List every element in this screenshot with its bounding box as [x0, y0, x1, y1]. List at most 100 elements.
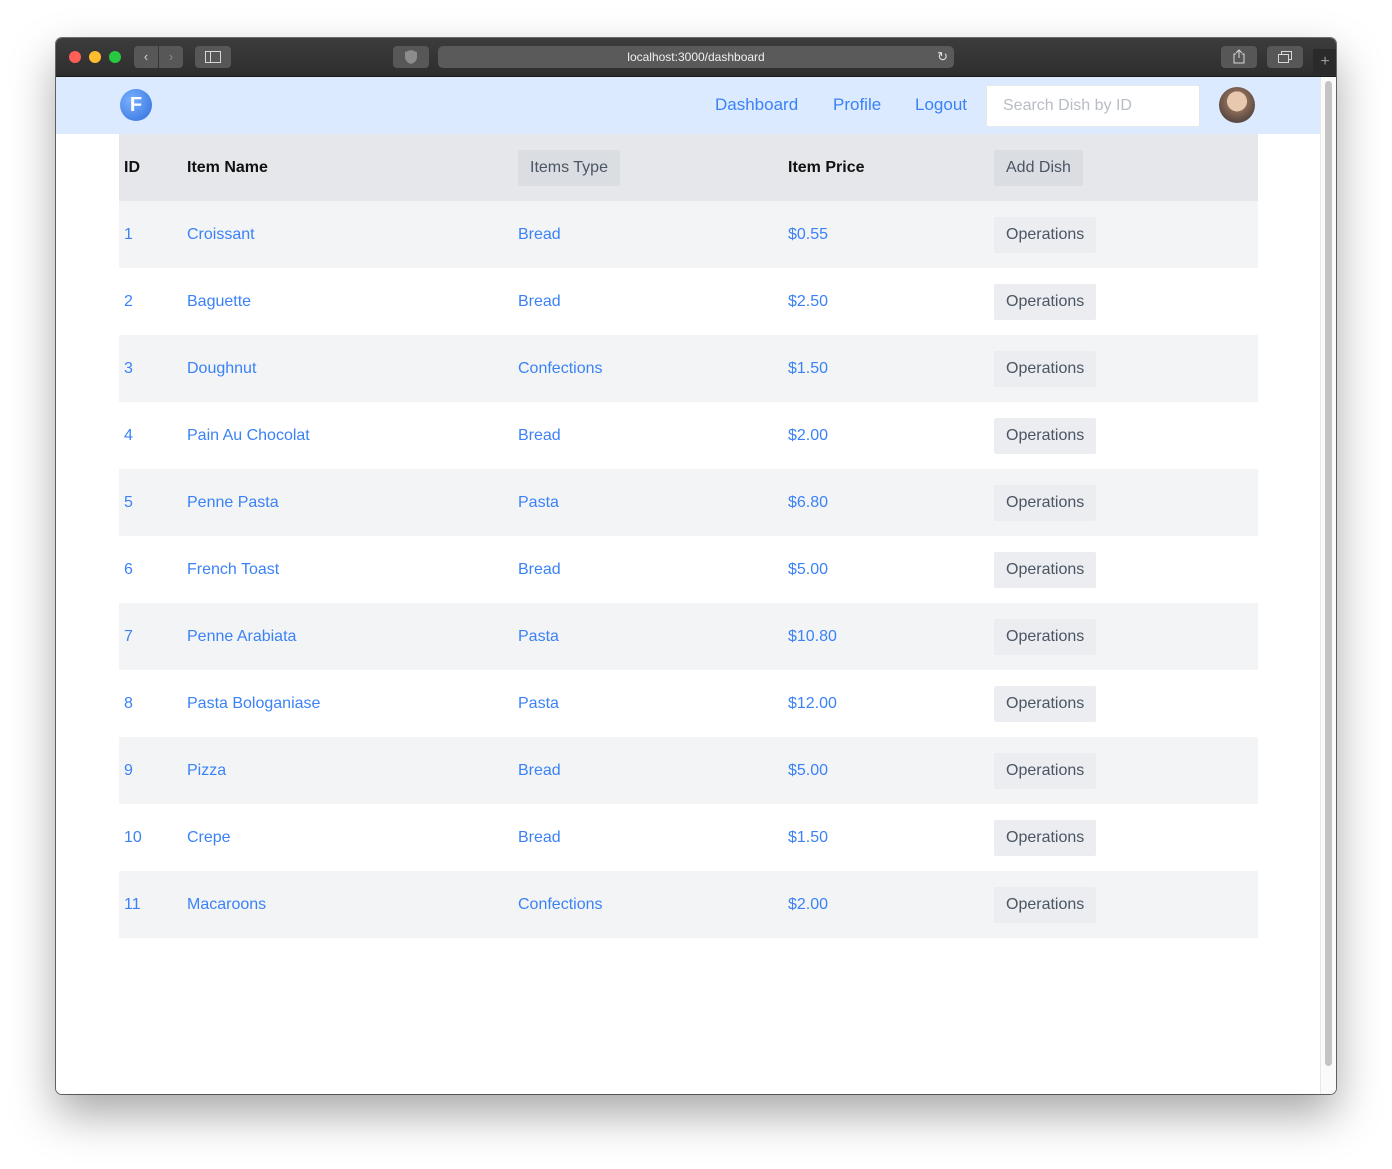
header-item-name: Item Name: [187, 158, 268, 176]
nav-link-logout[interactable]: Logout: [915, 95, 967, 115]
cell-item-name[interactable]: Pain Au Chocolat: [187, 402, 518, 469]
cell-operations: Operations: [994, 268, 1258, 335]
page-viewport: F Dashboard Profile Logout ID Item Name …: [56, 77, 1336, 1094]
items-type-button[interactable]: Items Type: [518, 149, 620, 186]
reload-icon[interactable]: ↻: [937, 46, 948, 68]
table-row: 3 Doughnut Confections $1.50 Operations: [119, 335, 1258, 402]
operations-button[interactable]: Operations: [994, 350, 1097, 387]
minimize-window-button[interactable]: [89, 51, 101, 63]
cell-id[interactable]: 1: [119, 201, 187, 268]
search-input[interactable]: [986, 85, 1200, 127]
cell-item-type[interactable]: Bread: [518, 201, 788, 268]
cell-item-price[interactable]: $12.00: [788, 670, 994, 737]
cell-id[interactable]: 3: [119, 335, 187, 402]
operations-button[interactable]: Operations: [994, 551, 1097, 588]
cell-id[interactable]: 9: [119, 737, 187, 804]
cell-id[interactable]: 6: [119, 536, 187, 603]
cell-item-type[interactable]: Bread: [518, 804, 788, 871]
cell-item-name[interactable]: Croissant: [187, 201, 518, 268]
close-window-button[interactable]: [69, 51, 81, 63]
maximize-window-button[interactable]: [109, 51, 121, 63]
cell-id[interactable]: 8: [119, 670, 187, 737]
header-items-type: Items Type: [518, 134, 788, 201]
cell-item-name[interactable]: Crepe: [187, 804, 518, 871]
dishes-table: ID Item Name Items Type Item Price Add D…: [119, 134, 1258, 938]
table-row: 7 Penne Arabiata Pasta $10.80 Operations: [119, 603, 1258, 670]
operations-button[interactable]: Operations: [994, 216, 1097, 253]
cell-id[interactable]: 10: [119, 804, 187, 871]
cell-item-price[interactable]: $0.55: [788, 201, 994, 268]
forward-button[interactable]: ›: [159, 46, 183, 68]
cell-item-price[interactable]: $1.50: [788, 335, 994, 402]
cell-item-type[interactable]: Confections: [518, 871, 788, 938]
cell-item-name[interactable]: Penne Arabiata: [187, 603, 518, 670]
cell-item-price[interactable]: $10.80: [788, 603, 994, 670]
new-tab-button[interactable]: +: [1313, 49, 1336, 75]
add-dish-button[interactable]: Add Dish: [994, 149, 1083, 186]
cell-item-type[interactable]: Bread: [518, 402, 788, 469]
cell-item-name[interactable]: Penne Pasta: [187, 469, 518, 536]
operations-button[interactable]: Operations: [994, 685, 1097, 722]
operations-button[interactable]: Operations: [994, 484, 1097, 521]
scrollbar-thumb[interactable]: [1325, 81, 1332, 1066]
operations-button[interactable]: Operations: [994, 819, 1097, 856]
cell-item-type[interactable]: Bread: [518, 536, 788, 603]
operations-button[interactable]: Operations: [994, 618, 1097, 655]
show-tabs-button[interactable]: [1267, 46, 1303, 68]
cell-operations: Operations: [994, 670, 1258, 737]
cell-item-type[interactable]: Pasta: [518, 469, 788, 536]
cell-item-price[interactable]: $2.00: [788, 402, 994, 469]
cell-item-price[interactable]: $1.50: [788, 804, 994, 871]
operations-button[interactable]: Operations: [994, 752, 1097, 789]
cell-item-type[interactable]: Pasta: [518, 670, 788, 737]
cell-operations: Operations: [994, 201, 1258, 268]
header-item-price: Item Price: [788, 158, 865, 176]
cell-item-price[interactable]: $5.00: [788, 737, 994, 804]
cell-item-type[interactable]: Confections: [518, 335, 788, 402]
back-button[interactable]: ‹: [134, 46, 158, 68]
table-row: 6 French Toast Bread $5.00 Operations: [119, 536, 1258, 603]
cell-item-name[interactable]: Macaroons: [187, 871, 518, 938]
cell-item-type[interactable]: Pasta: [518, 603, 788, 670]
nav-link-profile[interactable]: Profile: [833, 95, 881, 115]
privacy-report-button[interactable]: [393, 46, 429, 68]
cell-id[interactable]: 11: [119, 871, 187, 938]
cell-item-name[interactable]: Pasta Bologaniase: [187, 670, 518, 737]
cell-operations: Operations: [994, 871, 1258, 938]
cell-item-name[interactable]: Pizza: [187, 737, 518, 804]
shield-icon: [405, 50, 417, 64]
table-row: 11 Macaroons Confections $2.00 Operations: [119, 871, 1258, 938]
cell-operations: Operations: [994, 402, 1258, 469]
cell-item-type[interactable]: Bread: [518, 737, 788, 804]
cell-item-price[interactable]: $6.80: [788, 469, 994, 536]
operations-button[interactable]: Operations: [994, 417, 1097, 454]
avatar[interactable]: [1219, 87, 1255, 123]
cell-id[interactable]: 7: [119, 603, 187, 670]
cell-item-price[interactable]: $2.00: [788, 871, 994, 938]
table-row: 8 Pasta Bologaniase Pasta $12.00 Operations: [119, 670, 1258, 737]
scrollbar[interactable]: [1320, 77, 1336, 1094]
nav-link-dashboard[interactable]: Dashboard: [715, 95, 798, 115]
cell-operations: Operations: [994, 603, 1258, 670]
cell-item-name[interactable]: French Toast: [187, 536, 518, 603]
operations-button[interactable]: Operations: [994, 886, 1097, 923]
cell-id[interactable]: 5: [119, 469, 187, 536]
cell-operations: Operations: [994, 536, 1258, 603]
cell-item-price[interactable]: $2.50: [788, 268, 994, 335]
chevron-left-icon: ‹: [143, 49, 149, 64]
address-bar[interactable]: localhost:3000/dashboard ↻: [438, 46, 954, 68]
share-button[interactable]: [1221, 46, 1257, 68]
table-row: 1 Croissant Bread $0.55 Operations: [119, 201, 1258, 268]
cell-item-type[interactable]: Bread: [518, 268, 788, 335]
cell-item-price[interactable]: $5.00: [788, 536, 994, 603]
sidebar-toggle-button[interactable]: [195, 46, 231, 68]
cell-id[interactable]: 4: [119, 402, 187, 469]
cell-item-name[interactable]: Doughnut: [187, 335, 518, 402]
cell-operations: Operations: [994, 737, 1258, 804]
cell-item-name[interactable]: Baguette: [187, 268, 518, 335]
app-logo[interactable]: F: [120, 89, 152, 121]
chevron-right-icon: ›: [168, 49, 174, 64]
operations-button[interactable]: Operations: [994, 283, 1097, 320]
cell-operations: Operations: [994, 335, 1258, 402]
cell-id[interactable]: 2: [119, 268, 187, 335]
